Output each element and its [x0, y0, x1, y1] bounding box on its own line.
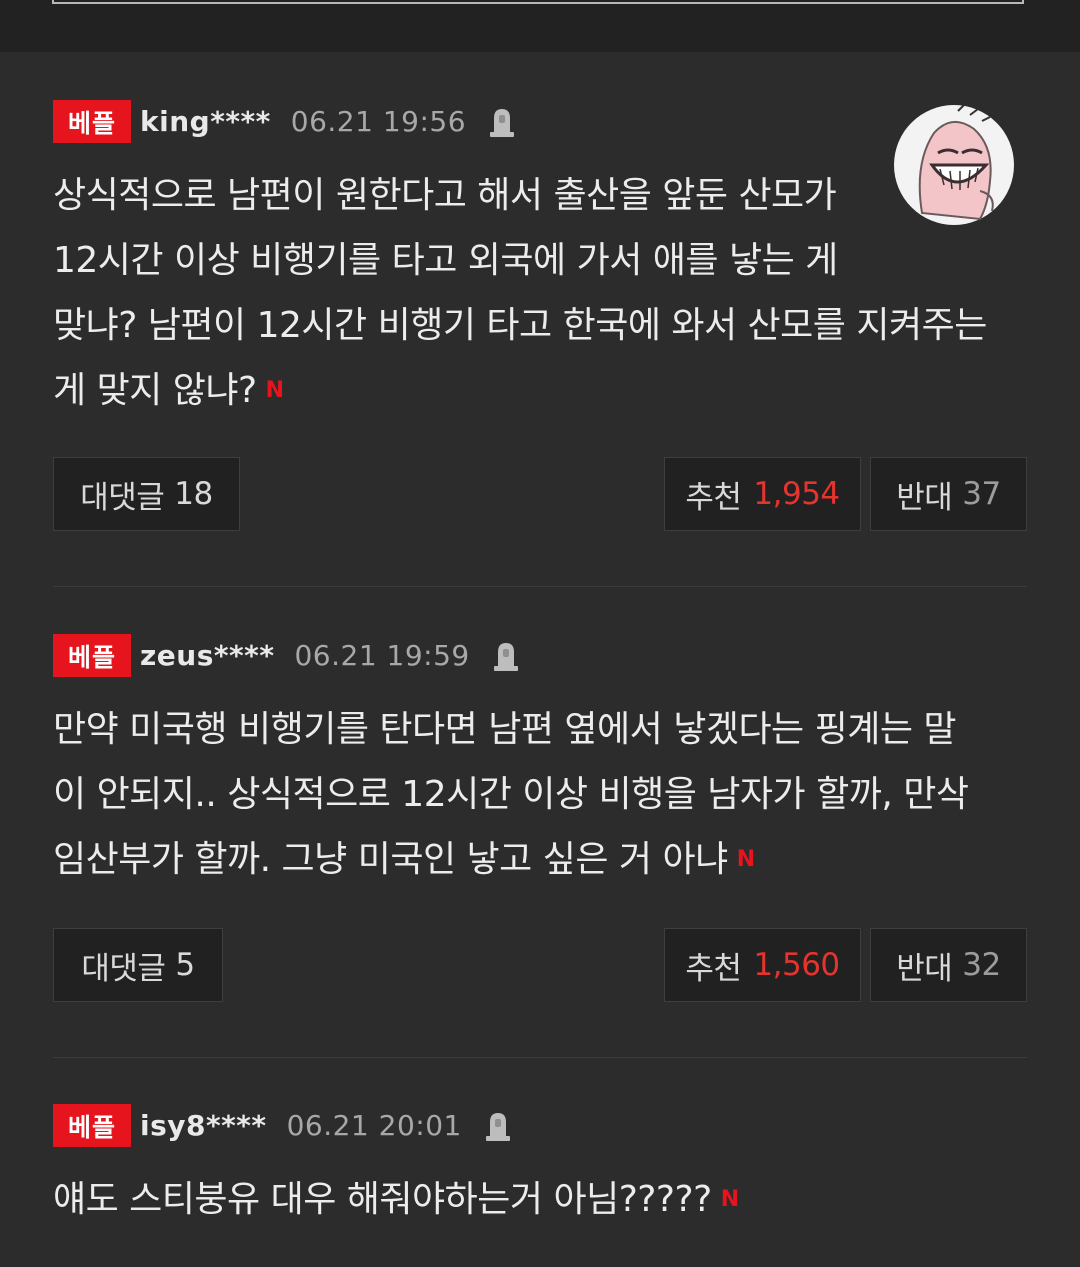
avatar[interactable]: [892, 103, 1016, 227]
comment-username[interactable]: king****: [140, 105, 271, 138]
comment-line-text: 게 맞지 않냐?: [53, 370, 257, 411]
comment-line-text: 임산부가 할까. 그냥 미국인 낳고 싶은 거 아냐: [53, 839, 728, 880]
like-button[interactable]: 추천 1,560: [664, 928, 861, 1002]
dislike-button[interactable]: 반대 37: [870, 457, 1027, 531]
best-badge: 베플: [53, 634, 131, 677]
dislike-label: 반대: [896, 950, 953, 987]
replies-label: 대댓글: [81, 950, 166, 987]
comment-line: 게 맞지 않냐? N: [53, 358, 987, 423]
replies-count: 5: [175, 947, 195, 983]
comment-body: 상식적으로 남편이 원한다고 해서 출산을 앞둔 산모가 12시간 이상 비행기…: [53, 163, 987, 423]
comment-input-area: [0, 0, 1080, 52]
comment-line: 만약 미국행 비행기를 탄다면 남편 옆에서 낳겠다는 핑계는 말: [53, 709, 957, 750]
comment-body: 만약 미국행 비행기를 탄다면 남편 옆에서 낳겠다는 핑계는 말 이 안되지.…: [53, 697, 969, 892]
comment-timestamp: 06.21 20:01: [286, 1109, 462, 1142]
comment-input-box[interactable]: [52, 0, 1024, 4]
comment-line: 상식적으로 남편이 원한다고 해서 출산을 앞둔 산모가: [53, 175, 837, 216]
report-icon[interactable]: [484, 1110, 512, 1142]
comment-username[interactable]: isy8****: [140, 1109, 267, 1142]
dislike-count: 37: [962, 476, 1001, 512]
comment-timestamp: 06.21 19:59: [294, 639, 470, 672]
comment-line: 맞냐? 남편이 12시간 비행기 타고 한국에 와서 산모를 지켜주는: [53, 305, 987, 346]
comment-meta: 베플 zeus**** 06.21 19:59: [53, 634, 520, 677]
replies-button[interactable]: 대댓글 18: [53, 457, 240, 531]
like-label: 추천: [685, 950, 742, 987]
report-icon[interactable]: [492, 640, 520, 672]
comment-divider: [53, 1057, 1027, 1058]
comment-line-text: 얘도 스티붕유 대우 해줘야하는거 아님?????: [53, 1179, 712, 1220]
comment-divider: [53, 586, 1027, 587]
new-mark-icon: N: [720, 1186, 739, 1212]
comment-body: 얘도 스티붕유 대우 해줘야하는거 아님????? N: [53, 1167, 740, 1232]
dislike-button[interactable]: 반대 32: [870, 928, 1027, 1002]
replies-button[interactable]: 대댓글 5: [53, 928, 223, 1002]
comment-username[interactable]: zeus****: [140, 639, 274, 672]
best-badge: 베플: [53, 100, 131, 143]
new-mark-icon: N: [736, 846, 755, 872]
dislike-label: 반대: [896, 479, 953, 516]
comment-line: 얘도 스티붕유 대우 해줘야하는거 아님????? N: [53, 1167, 740, 1232]
comment-line: 임산부가 할까. 그냥 미국인 낳고 싶은 거 아냐 N: [53, 827, 968, 892]
best-badge: 베플: [53, 1104, 131, 1147]
report-icon[interactable]: [488, 106, 516, 138]
like-button[interactable]: 추천 1,954: [664, 457, 861, 531]
comment-timestamp: 06.21 19:56: [290, 105, 467, 138]
comment-line: 이 안되지.. 상식적으로 12시간 이상 비행을 남자가 할까, 만삭: [53, 774, 969, 815]
comment-line: 12시간 이상 비행기를 타고 외국에 가서 애를 낳는 게: [53, 240, 838, 281]
replies-label: 대댓글: [80, 479, 165, 516]
comment-meta: 베플 king**** 06.21 19:56: [53, 100, 516, 143]
like-count: 1,560: [753, 947, 840, 983]
new-mark-icon: N: [265, 377, 284, 403]
like-label: 추천: [685, 479, 742, 516]
replies-count: 18: [174, 476, 213, 512]
comment-meta: 베플 isy8**** 06.21 20:01: [53, 1104, 512, 1147]
dislike-count: 32: [962, 947, 1001, 983]
like-count: 1,954: [753, 476, 840, 512]
